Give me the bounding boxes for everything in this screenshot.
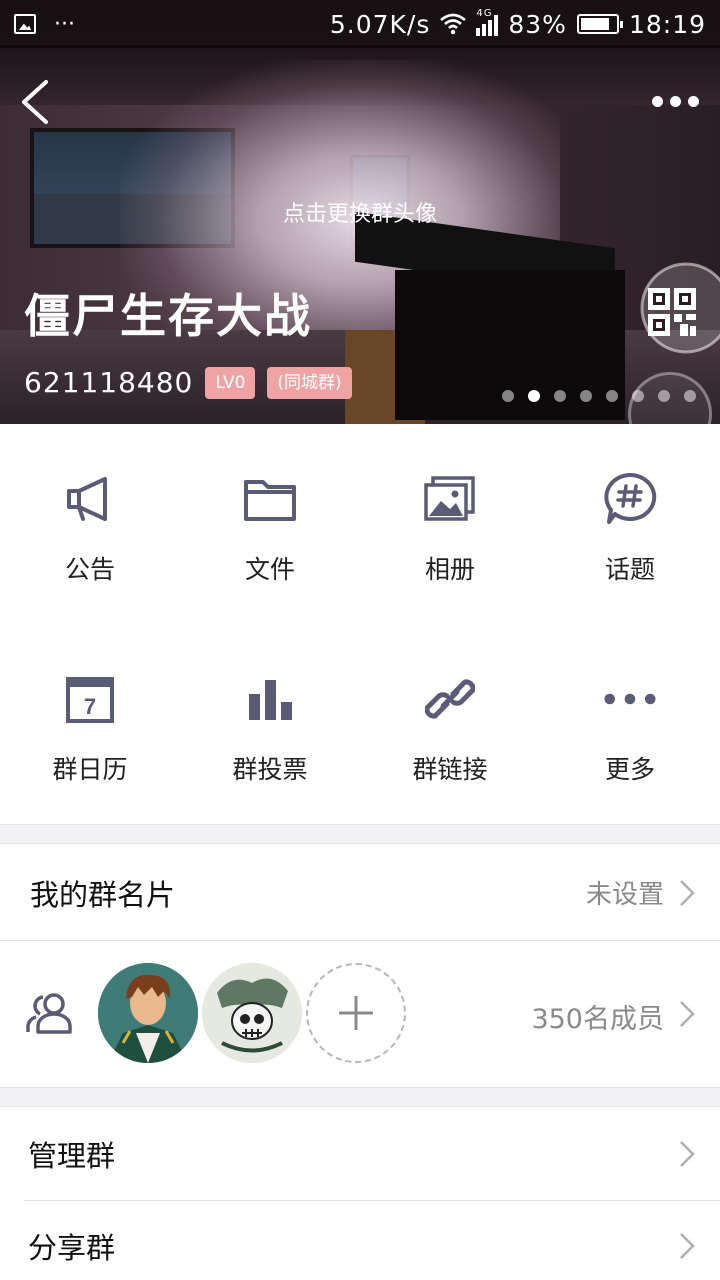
level-badge: LV0 (205, 366, 256, 399)
member-avatar[interactable] (98, 963, 198, 1063)
chevron-right-icon (680, 1233, 695, 1259)
feature-label: 更多 (604, 755, 655, 784)
chevron-right-icon (680, 1141, 695, 1167)
feature-label: 话题 (604, 555, 655, 584)
notification-more-icon: ··· (54, 11, 75, 37)
feature-vote[interactable]: 群投票 (180, 624, 360, 824)
hashtag-chat-icon (603, 472, 657, 526)
qr-code-icon (640, 262, 720, 354)
svg-text:7: 7 (84, 694, 96, 719)
more-dots-icon (603, 672, 657, 726)
dot-icon (688, 95, 699, 107)
change-avatar-hint[interactable]: 点击更换群头像 (0, 196, 720, 228)
plus-icon (339, 996, 373, 1030)
my-group-card-row[interactable]: 我的群名片 未设置 (0, 845, 720, 940)
carousel-dot (580, 390, 592, 402)
group-name: 僵尸生存大战 (24, 289, 312, 343)
carousel-dot (554, 390, 566, 402)
chevron-right-icon (680, 879, 695, 906)
feature-label: 群日历 (52, 755, 128, 784)
feature-more[interactable]: 更多 (540, 624, 720, 824)
carousel-dot (502, 390, 514, 402)
feature-announcement[interactable]: 公告 (0, 424, 180, 624)
member-avatar[interactable] (202, 963, 302, 1063)
network-speed: 5.07K/s (329, 9, 431, 39)
manage-group-label: 管理群 (28, 1139, 116, 1173)
dot-icon (652, 95, 663, 107)
share-group-label: 分享群 (28, 1231, 116, 1265)
bar-chart-icon (243, 672, 297, 726)
group-type-badge: (同城群) (267, 366, 352, 399)
member-avatar-image (98, 963, 198, 1063)
feature-link[interactable]: 群链接 (360, 624, 540, 824)
battery-icon (576, 14, 623, 34)
members-icon (26, 993, 72, 1034)
megaphone-icon (63, 472, 117, 526)
feature-label: 相册 (424, 555, 475, 584)
chevron-right-icon (680, 1001, 695, 1027)
carousel-dot (684, 390, 696, 402)
carousel-dot (658, 390, 670, 402)
calendar-icon: 7 (63, 672, 117, 726)
dot-icon (670, 95, 681, 107)
my-group-card-title: 我的群名片 (30, 877, 176, 912)
link-icon (423, 672, 477, 726)
my-group-card-value: 未设置 (585, 880, 664, 910)
group-profile-page: ··· 5.07K/s 4G 83% 18:19 点击更换群头像 僵尸生存大战 … (0, 0, 720, 1280)
network-type: 4G (476, 8, 493, 19)
feature-label: 公告 (64, 555, 115, 584)
feature-calendar[interactable]: 7 群日历 (0, 624, 180, 824)
feature-topics[interactable]: 话题 (540, 424, 720, 624)
photo-album-icon (423, 472, 477, 526)
clock: 18:19 (628, 9, 706, 39)
section-separator (0, 824, 720, 844)
feature-grid: 公告 文件 相册 话题 7 群日历 群投票 群链接 更多 (0, 424, 720, 824)
carousel-dot (632, 390, 644, 402)
manage-group-row[interactable]: 管理群 (0, 1108, 720, 1200)
section-separator (0, 1087, 720, 1107)
share-group-row[interactable]: 分享群 (0, 1201, 720, 1280)
folder-icon (243, 472, 297, 526)
add-member-button[interactable] (306, 963, 406, 1063)
feature-label: 群投票 (232, 755, 308, 784)
chevron-left-icon (22, 80, 48, 124)
carousel-dot-active (528, 390, 540, 402)
more-options-button[interactable] (652, 92, 702, 110)
qr-code-button[interactable] (640, 262, 720, 354)
feature-label: 文件 (244, 555, 295, 584)
feature-files[interactable]: 文件 (180, 424, 360, 624)
battery-percent: 83% (508, 9, 567, 39)
carousel-dot (606, 390, 618, 402)
back-button[interactable] (16, 80, 56, 124)
carousel-indicator (502, 390, 696, 402)
member-avatar-image (202, 963, 302, 1063)
member-count: 350名成员 (531, 1004, 664, 1035)
image-notification-icon (14, 14, 36, 34)
wifi-icon (440, 13, 467, 35)
feature-album[interactable]: 相册 (360, 424, 540, 624)
group-id-row: 621118480 LV0 (同城群) (24, 366, 352, 399)
group-id: 621118480 (24, 366, 194, 399)
feature-label: 群链接 (412, 755, 488, 784)
signal-icon: 4G (476, 8, 499, 36)
status-bar: ··· 5.07K/s 4G 83% 18:19 (0, 0, 720, 48)
